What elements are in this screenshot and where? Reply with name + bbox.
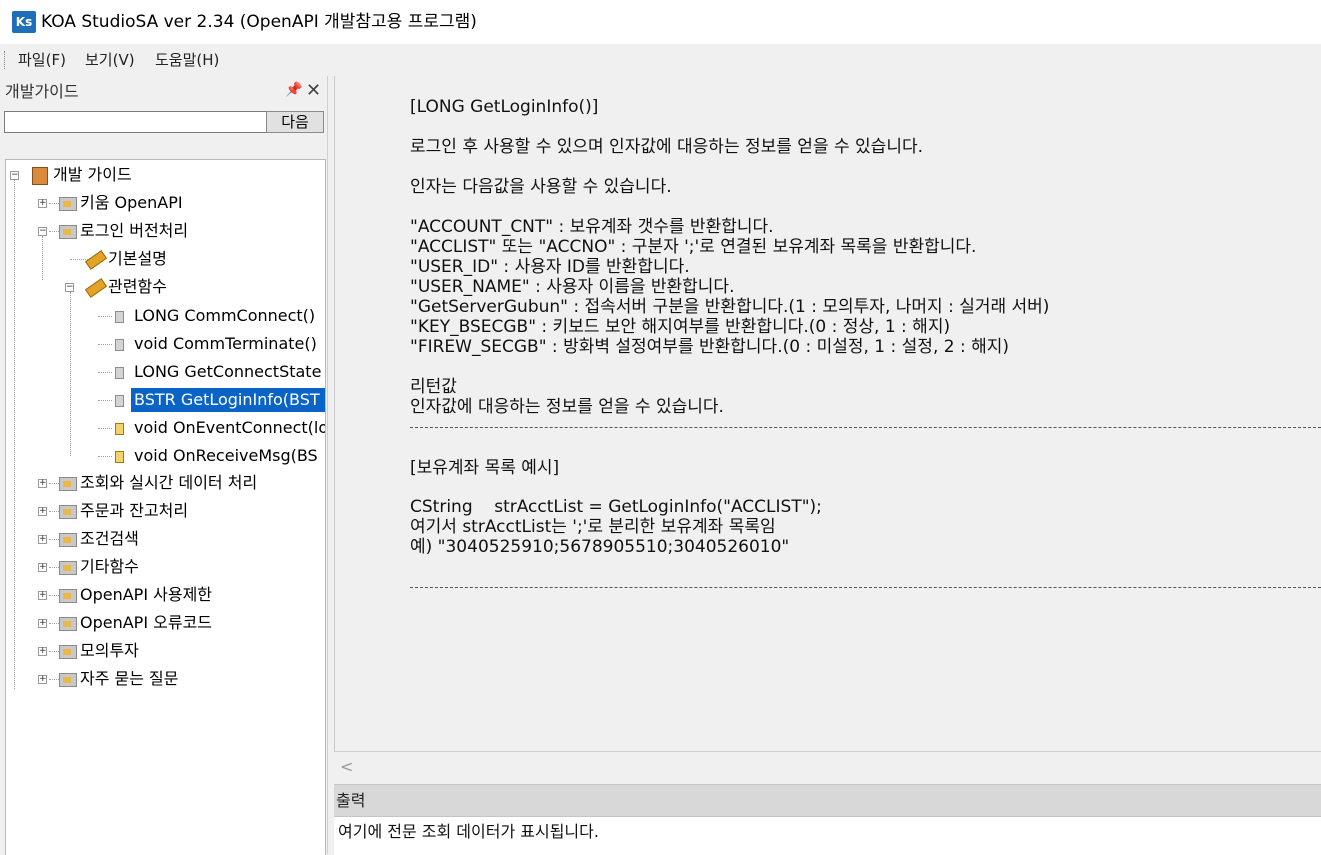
- horizontal-scrollbar[interactable]: [334, 751, 1321, 784]
- tree-connector: [70, 292, 71, 456]
- output-title: 출력: [336, 791, 366, 810]
- document-icon: [115, 339, 124, 351]
- tree-label: 주문과 잔고처리: [80, 501, 189, 520]
- content-intro: 로그인 후 사용할 수 있으며 인자값에 대응하는 정보를 얻을 수 있습니다.: [410, 137, 924, 157]
- example-line: 예) "3040525910;5678905510;3040526010": [410, 537, 790, 557]
- panel-title: 개발가이드: [5, 82, 79, 101]
- tree-label: OpenAPI 사용제한: [80, 585, 213, 604]
- collapse-icon[interactable]: −: [10, 171, 19, 180]
- arg-line: "KEY_BSECGB" : 키보드 보안 해지여부를 반환합니다.(0 : 정…: [410, 317, 951, 337]
- content-args-intro: 인자는 다음값을 사용할 수 있습니다.: [410, 177, 672, 197]
- folder-icon: [59, 225, 77, 239]
- document-icon: [115, 367, 124, 379]
- scroll-left-icon[interactable]: <: [340, 757, 353, 776]
- arg-line: "USER_NAME" : 사용자 이름을 반환합니다.: [410, 277, 735, 297]
- tree-label: LONG CommConnect(): [134, 306, 316, 325]
- app-icon: Ks: [12, 11, 36, 33]
- folder-icon: [59, 561, 77, 575]
- tree-label: LONG GetConnectState: [134, 362, 322, 381]
- content-heading: [LONG GetLoginInfo()]: [410, 97, 599, 117]
- expand-icon[interactable]: +: [38, 199, 47, 208]
- tree-label: 자주 묻는 질문: [80, 669, 179, 688]
- folder-icon: [59, 477, 77, 491]
- divider: [410, 587, 1321, 588]
- expand-icon[interactable]: +: [38, 619, 47, 628]
- return-desc: 인자값에 대응하는 정보를 얻을 수 있습니다.: [410, 397, 724, 417]
- arg-line: "ACCLIST" 또는 "ACCNO" : 구분자 ';'로 연결된 보유계좌…: [410, 237, 977, 257]
- expand-icon[interactable]: +: [38, 675, 47, 684]
- next-button[interactable]: 다음: [266, 111, 324, 133]
- event-document-icon: [115, 451, 124, 463]
- close-icon[interactable]: ✕: [306, 80, 321, 101]
- menu-view[interactable]: 보기(V): [85, 50, 135, 70]
- tree-label: OpenAPI 오류코드: [80, 613, 213, 632]
- example-line: CString strAcctList = GetLoginInfo("ACCL…: [410, 497, 822, 517]
- menu-grip-handle: [4, 51, 7, 69]
- search-input[interactable]: [4, 111, 268, 133]
- folder-icon: [59, 617, 77, 631]
- expand-icon[interactable]: +: [38, 591, 47, 600]
- output-text: 여기에 전문 조회 데이터가 표시됩니다.: [338, 822, 599, 841]
- arg-line: "USER_ID" : 사용자 ID를 반환합니다.: [410, 257, 690, 277]
- document-icon: [115, 395, 124, 407]
- folder-icon: [59, 589, 77, 603]
- tree-label-selected: BSTR GetLoginInfo(BST: [131, 388, 325, 412]
- folder-icon: [59, 673, 77, 687]
- divider: [410, 427, 1321, 428]
- expand-icon[interactable]: +: [38, 479, 47, 488]
- tree-label: 기본설명: [108, 249, 167, 268]
- tree-label: void CommTerminate(): [134, 334, 317, 353]
- guide-tree: − 개발 가이드 + 키움 OpenAPI − 로그인 버전처리 기본설명 − …: [5, 159, 326, 855]
- tree-label: 조회와 실시간 데이터 처리: [80, 473, 258, 492]
- expand-icon[interactable]: +: [38, 647, 47, 656]
- collapse-icon[interactable]: −: [65, 283, 74, 292]
- event-document-icon: [115, 423, 124, 435]
- expand-icon[interactable]: +: [38, 507, 47, 516]
- tree-label: void OnEventConnect(lo: [134, 418, 326, 437]
- example-heading: [보유계좌 목록 예시]: [410, 458, 560, 478]
- pencil-icon: [84, 278, 108, 298]
- tree-label: 키움 OpenAPI: [80, 193, 183, 212]
- tree-connector: [14, 180, 15, 689]
- pin-icon[interactable]: 📌: [285, 82, 302, 98]
- pencil-icon: [84, 250, 108, 270]
- window-title: KOA StudioSA ver 2.34 (OpenAPI 개발참고용 프로그…: [41, 12, 477, 32]
- book-icon: [32, 167, 48, 185]
- expand-icon[interactable]: +: [38, 563, 47, 572]
- tree-label: 개발 가이드: [53, 165, 132, 184]
- folder-icon: [59, 645, 77, 659]
- collapse-icon[interactable]: −: [38, 227, 47, 236]
- arg-line: "FIREW_SECGB" : 방화벽 설정여부를 반환합니다.(0 : 미설정…: [410, 337, 1010, 357]
- folder-icon: [59, 197, 77, 211]
- menu-file[interactable]: 파일(F): [18, 50, 66, 70]
- output-header: [334, 784, 1321, 817]
- folder-icon: [59, 533, 77, 547]
- example-line: 여기서 strAcctList는 ';'로 분리한 보유계좌 목록임: [410, 517, 776, 537]
- arg-line: "ACCOUNT_CNT" : 보유계좌 갯수를 반환합니다.: [410, 217, 774, 237]
- tree-label: 모의투자: [80, 641, 139, 660]
- arg-line: "GetServerGubun" : 접속서버 구분을 반환합니다.(1 : 모…: [410, 297, 1050, 317]
- tree-label: 로그인 버전처리: [80, 221, 189, 240]
- expand-icon[interactable]: +: [38, 535, 47, 544]
- document-icon: [115, 311, 124, 323]
- folder-icon: [59, 505, 77, 519]
- tree-label: 관련함수: [108, 277, 167, 296]
- tree-label: void OnReceiveMsg(BS: [134, 446, 318, 465]
- tree-label: 기타함수: [80, 557, 139, 576]
- tree-connector: [42, 236, 43, 280]
- tree-label: 조건검색: [80, 529, 139, 548]
- return-label: 리턴값: [410, 377, 457, 397]
- menu-help[interactable]: 도움말(H): [155, 50, 219, 70]
